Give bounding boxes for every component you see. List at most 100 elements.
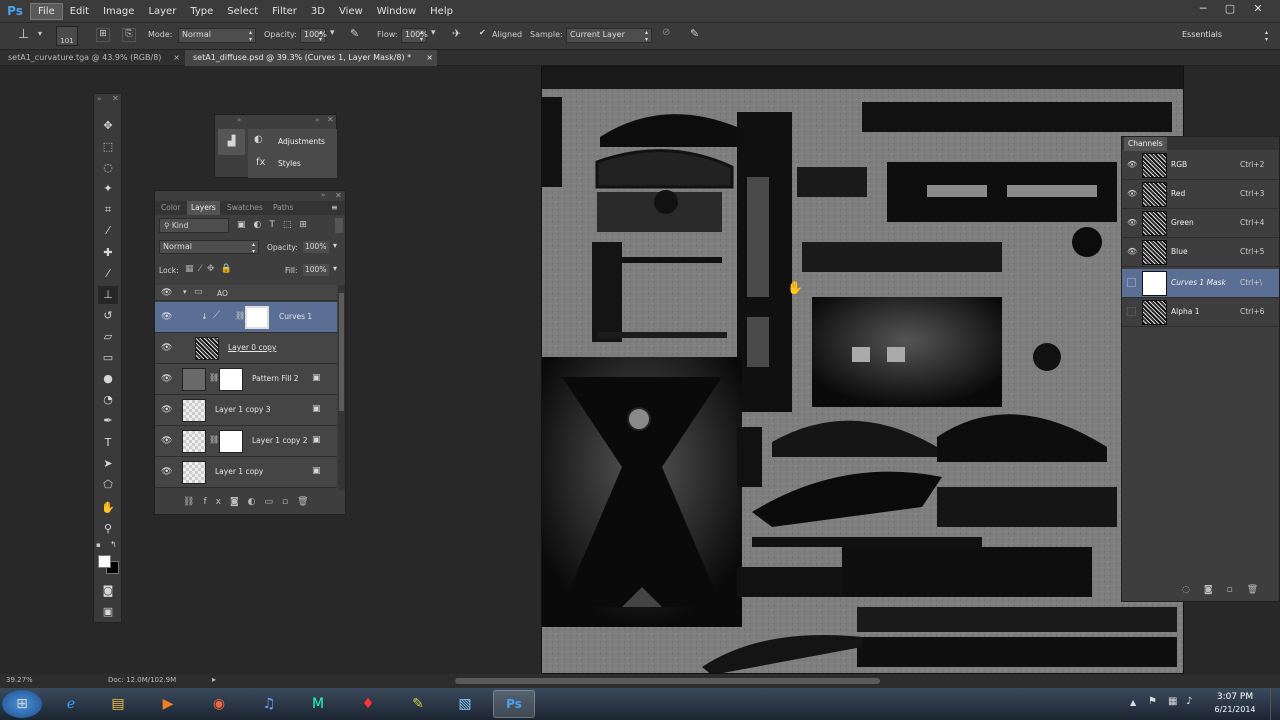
layer-row-layer1copy2[interactable]: 👁 ⛓ Layer 1 copy 2 ▣	[155, 426, 337, 457]
filter-icons[interactable]: ▣◐T⬚⊞	[237, 220, 315, 230]
channel-row-blue[interactable]: 👁 Blue Ctrl+5	[1122, 238, 1279, 267]
group-row[interactable]: 👁 ▾ ▭ AO	[155, 285, 337, 301]
channel-row-green[interactable]: 👁 Green Ctrl+4	[1122, 209, 1279, 238]
layer-row-layer1copy[interactable]: 👁 Layer 1 copy ▣	[155, 457, 337, 488]
delete-layer-icon[interactable]: 🗑	[297, 497, 317, 507]
filter-toggle[interactable]	[335, 218, 343, 233]
toolbox-collapse-icon[interactable]: »	[97, 95, 101, 103]
eraser-tool-icon[interactable]: ▱	[98, 328, 118, 346]
maya-icon[interactable]: M	[297, 690, 339, 718]
tab-close-icon[interactable]: ×	[173, 50, 180, 66]
menu-3d[interactable]: 3D	[304, 4, 332, 19]
magic-wand-tool-icon[interactable]: ✦	[98, 180, 118, 198]
chrome-icon[interactable]: ◉	[198, 690, 240, 718]
pressure-opacity-icon[interactable]: ✎	[350, 27, 359, 40]
visibility-box[interactable]	[1127, 307, 1136, 316]
eye-icon[interactable]: 👁	[161, 467, 172, 477]
layer-row-curves[interactable]: 👁 ↓ ⟋ ⛓ Curves 1	[155, 302, 337, 333]
lock-icons[interactable]: ▦⁄✥🔒	[185, 264, 238, 274]
ignore-adjustment-icon[interactable]: ⊘	[662, 27, 670, 38]
file-explorer-icon[interactable]: ▤	[97, 690, 139, 718]
adjustments-icon[interactable]: ◐	[254, 134, 263, 145]
zoom-level[interactable]: 39.27%	[6, 676, 33, 684]
panel-collapse-icon[interactable]: »	[315, 116, 319, 124]
eye-icon[interactable]: 👁	[161, 343, 172, 353]
network-icon[interactable]: ▦	[1168, 696, 1177, 707]
menu-image[interactable]: Image	[96, 4, 141, 19]
layer-opacity-input[interactable]: 100%	[303, 241, 329, 253]
layers-scrollbar[interactable]	[338, 285, 345, 490]
crop-tool-icon[interactable]: ⌗	[98, 201, 118, 219]
opacity-dropdown-icon[interactable]: ▾	[330, 28, 335, 38]
opacity-dropdown-icon[interactable]: ▾	[333, 241, 337, 250]
close-button[interactable]: ✕	[1250, 2, 1266, 15]
media-player-icon[interactable]: ▶	[147, 690, 189, 718]
airbrush-icon[interactable]: ✈	[452, 27, 461, 40]
history-brush-tool-icon[interactable]: ↺	[98, 307, 118, 325]
layer-row-layer1copy3[interactable]: 👁 Layer 1 copy 3 ▣	[155, 395, 337, 426]
histogram-icon[interactable]: ▟	[218, 129, 245, 155]
brush-tool-icon[interactable]: ⁄	[98, 265, 118, 283]
marquee-tool-icon[interactable]: ⬚	[98, 138, 118, 156]
blur-tool-icon[interactable]: ●	[98, 370, 118, 388]
lasso-tool-icon[interactable]: ◌	[98, 159, 118, 177]
clock-time[interactable]: 3:07 PM	[1210, 692, 1260, 702]
opacity-input[interactable]: 100%	[300, 28, 327, 43]
save-selection-icon[interactable]: ◙	[1204, 585, 1227, 595]
layer-row-layer0copy[interactable]: 👁 Layer 0 copy	[155, 333, 337, 364]
zoom-tool-icon[interactable]: ⚲	[98, 520, 118, 538]
menu-layer[interactable]: Layer	[141, 4, 183, 19]
horizontal-scrollbar-thumb[interactable]	[455, 678, 880, 684]
internet-explorer-icon[interactable]: ℯ	[50, 690, 92, 718]
clone-stamp-tool-icon[interactable]: ⊥	[18, 27, 29, 42]
clone-source-icon[interactable]: ⎘	[122, 28, 136, 42]
document-canvas[interactable]: ✋	[541, 66, 1184, 674]
eye-icon[interactable]: 👁	[161, 312, 172, 322]
tab-swatches[interactable]: Swatches	[223, 201, 267, 215]
path-selection-tool-icon[interactable]: ➤	[98, 455, 118, 473]
image-viewer-icon[interactable]: ▧	[444, 690, 486, 718]
panel-collapse-icon[interactable]: »	[321, 191, 325, 199]
fx-icon[interactable]: fx	[203, 497, 230, 507]
show-hidden-icons-icon[interactable]: ▲	[1130, 698, 1136, 707]
volume-icon[interactable]: ♪	[1186, 696, 1192, 707]
menu-filter[interactable]: Filter	[265, 4, 304, 19]
new-group-icon[interactable]: ▭	[265, 497, 283, 507]
channel-row-rgb[interactable]: 👁 RGB Ctrl+2	[1122, 151, 1279, 180]
visibility-box[interactable]	[1127, 278, 1136, 287]
pen-tool-icon[interactable]: ✒	[98, 412, 118, 430]
action-center-icon[interactable]: ⚑	[1148, 696, 1157, 707]
hand-tool-icon[interactable]: ✋	[98, 499, 118, 517]
clock-date[interactable]: 6/21/2014	[1206, 705, 1264, 714]
default-colors-icon[interactable]: ▪	[96, 541, 101, 549]
show-desktop-button[interactable]	[1270, 688, 1280, 720]
sample-select[interactable]: Current Layer	[566, 28, 652, 43]
minimize-button[interactable]: ─	[1195, 2, 1211, 15]
menu-window[interactable]: Window	[370, 4, 423, 19]
type-tool-icon[interactable]: T	[98, 434, 118, 452]
eye-icon[interactable]: 👁	[161, 374, 172, 384]
dodge-tool-icon[interactable]: ◔	[98, 391, 118, 409]
eyedropper-tool-icon[interactable]: ⁄	[98, 222, 118, 240]
tab-paths[interactable]: Paths	[269, 201, 297, 215]
photoshop-taskbar-icon[interactable]: Ps	[493, 690, 535, 718]
layer-row-patternfill2[interactable]: 👁 ⛓ Pattern Fill 2 ▣	[155, 364, 337, 395]
menu-select[interactable]: Select	[220, 4, 265, 19]
start-button[interactable]: ⊞	[2, 690, 42, 718]
menu-file[interactable]: File	[30, 2, 63, 20]
delete-channel-icon[interactable]: 🗑	[1247, 585, 1272, 595]
gradient-tool-icon[interactable]: ▭	[98, 349, 118, 367]
new-channel-icon[interactable]: ▫	[1227, 585, 1247, 595]
tab-diffuse[interactable]: setA1_diffuse.psd @ 39.3% (Curves 1, Lay…	[185, 50, 437, 66]
new-layer-icon[interactable]: ▫	[282, 497, 297, 507]
blend-mode-select[interactable]: Normal	[159, 240, 259, 255]
status-menu-icon[interactable]: ▸	[212, 675, 216, 684]
shape-tool-icon[interactable]: ⬠	[98, 476, 118, 494]
healing-brush-tool-icon[interactable]: ✚	[98, 244, 118, 262]
menu-help[interactable]: Help	[423, 4, 460, 19]
flame-app-icon[interactable]: ♦	[347, 690, 389, 718]
brush-panel-icon[interactable]: ⊞	[96, 28, 110, 42]
tab-channels[interactable]: Channels	[1124, 137, 1167, 151]
foreground-color-swatch[interactable]	[98, 555, 111, 568]
tool-preset-dropdown-icon[interactable]: ▾	[38, 29, 42, 38]
